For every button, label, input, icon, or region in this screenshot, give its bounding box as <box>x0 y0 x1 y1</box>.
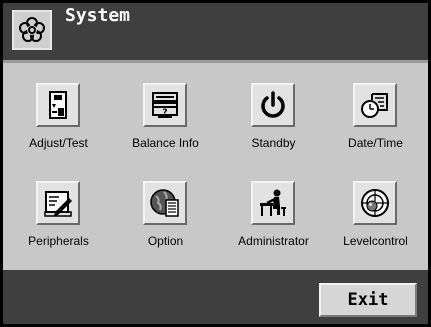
power-icon <box>261 91 285 118</box>
option-button[interactable] <box>143 181 187 225</box>
date-time-button[interactable] <box>353 83 397 127</box>
level-control-button[interactable] <box>353 181 397 225</box>
adjust-test-icon <box>49 91 67 119</box>
adjust-test-button[interactable] <box>36 83 80 127</box>
administrator-button[interactable] <box>251 181 295 225</box>
standby-button[interactable] <box>251 83 295 127</box>
tile-adjust-test[interactable]: Adjust/Test <box>6 63 111 153</box>
tile-date-time[interactable]: Date/Time <box>323 63 428 153</box>
device-frame: System Adjust/Test ? Balance Info Standb… <box>0 0 431 327</box>
tile-peripherals[interactable]: Peripherals <box>6 161 111 251</box>
tile-administrator[interactable]: Administrator <box>221 161 326 251</box>
tile-label: Option <box>147 234 184 248</box>
page-title: System <box>65 5 131 26</box>
administrator-icon <box>260 189 286 216</box>
date-time-icon <box>361 93 388 118</box>
tile-label: Peripherals <box>28 234 89 248</box>
tile-label: Standby <box>251 136 296 150</box>
tile-balance-info[interactable]: ? Balance Info <box>113 63 218 153</box>
balance-info-icon: ? <box>152 92 178 118</box>
tile-level-control[interactable]: Levelcontrol <box>323 161 428 251</box>
flower-settings-icon <box>19 17 45 42</box>
bottom-bar: Exit <box>3 270 428 324</box>
level-control-icon <box>361 189 389 217</box>
peripherals-button[interactable] <box>36 181 80 225</box>
tile-option[interactable]: Option <box>113 161 218 251</box>
tile-label: Date/Time <box>348 136 403 150</box>
tile-label: Levelcontrol <box>343 234 408 248</box>
tile-standby[interactable]: Standby <box>221 63 326 153</box>
balance-info-button[interactable]: ? <box>143 83 187 127</box>
peripherals-icon <box>44 191 72 217</box>
tile-label: Administrator <box>238 234 309 248</box>
menu-grid: Adjust/Test ? Balance Info Standby Date/… <box>3 63 428 270</box>
title-bar: System <box>3 3 428 60</box>
screen: System Adjust/Test ? Balance Info Standb… <box>3 3 428 324</box>
tile-label: Balance Info <box>132 136 199 150</box>
globe-document-icon <box>150 189 179 217</box>
home-button[interactable] <box>12 10 52 50</box>
exit-button[interactable]: Exit <box>319 283 417 317</box>
tile-label: Adjust/Test <box>29 136 88 150</box>
